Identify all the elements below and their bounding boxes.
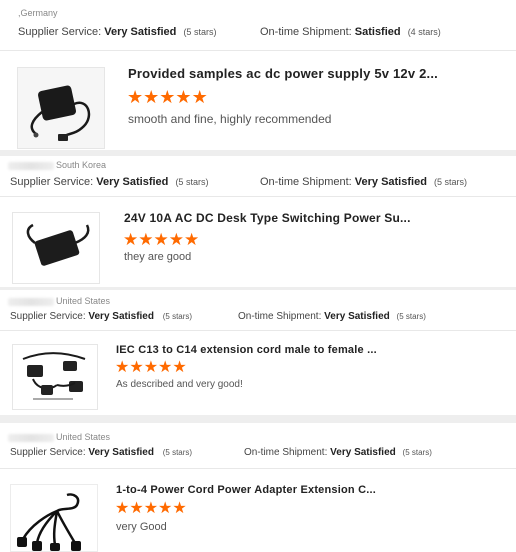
supplier-service-count: (5 stars) [175,177,209,187]
star-icon: ★ [138,230,154,249]
country-name: South Korea [56,160,107,170]
product-image-adapter[interactable] [17,67,105,149]
product-image-desk-adapter[interactable] [12,212,100,284]
review-shipment: On-time Shipment: Very Satisfied (5 star… [244,447,432,458]
shipment-value: Very Satisfied [324,311,390,322]
review-comment: As described and very good! [116,379,243,390]
supplier-service-value: Very Satisfied [96,176,169,188]
review-shipment: On-time Shipment: Satisfied (4 stars) [260,26,441,38]
star-icon: ★ [159,87,176,107]
review-shipment: On-time Shipment: Very Satisfied (5 star… [238,311,426,322]
review-comment: very Good [116,521,167,533]
shipment-label: On-time Shipment: [244,447,328,458]
shipment-count: (4 stars) [407,27,441,37]
star-icon: ★ [158,500,173,517]
review-ratings: Supplier Service: Very Satisfied (5 star… [10,176,208,188]
star-icon: ★ [184,230,200,249]
star-icon: ★ [143,87,160,107]
star-icon: ★ [129,500,144,517]
review-ratings: Supplier Service: Very Satisfied (5 star… [10,311,192,322]
product-title[interactable]: IEC C13 to C14 extension cord male to fe… [116,344,377,356]
star-icon: ★ [129,359,144,376]
redacted-name [8,433,54,442]
supplier-service-value: Very Satisfied [88,311,154,322]
shipment-label: On-time Shipment: [260,176,352,188]
supplier-service-count: (5 stars) [183,27,217,37]
product-title[interactable]: Provided samples ac dc power supply 5v 1… [128,66,438,81]
supplier-service-label: Supplier Service: [10,311,86,322]
shipment-value: Very Satisfied [354,176,427,188]
redacted-name [8,297,54,306]
shipment-label: On-time Shipment: [260,26,352,38]
star-icon: ★ [158,359,173,376]
shipment-count: (5 stars) [402,448,432,457]
shipment-value: Satisfied [354,26,401,38]
star-icon: ★ [115,359,130,376]
supplier-service-label: Supplier Service: [10,447,86,458]
star-rating: ★ ★ ★ ★ ★ [115,501,187,517]
shipment-count: (5 stars) [396,312,426,321]
star-icon: ★ [172,500,187,517]
review-comment: they are good [124,251,192,263]
star-icon: ★ [153,230,169,249]
star-icon: ★ [115,500,130,517]
supplier-service-count: (5 stars) [162,448,193,457]
review-ratings: Supplier Service: Very Satisfied (5 star… [18,26,216,38]
redacted-name [8,161,54,170]
star-icon: ★ [123,230,139,249]
supplier-service-label: Supplier Service: [10,176,94,188]
supplier-service-value: Very Satisfied [88,447,154,458]
review-ratings: Supplier Service: Very Satisfied (5 star… [10,447,192,458]
country-name: United States [56,432,111,442]
supplier-service-value: Very Satisfied [104,26,177,38]
star-rating: ★ ★ ★ ★ ★ [127,88,208,106]
product-title[interactable]: 1-to-4 Power Cord Power Adapter Extensio… [116,484,376,496]
star-icon: ★ [168,230,184,249]
reviewer-country: South Korea [8,160,106,170]
shipment-value: Very Satisfied [330,447,396,458]
review-comment: smooth and fine, highly recommended [128,112,332,126]
star-icon: ★ [191,87,208,107]
country-name: United States [56,296,111,306]
product-title[interactable]: 24V 10A AC DC Desk Type Switching Power … [124,211,411,225]
product-image-splitter-cord[interactable] [10,484,98,552]
star-icon: ★ [143,359,159,376]
reviewer-country: United States [8,432,110,442]
shipment-label: On-time Shipment: [238,311,322,322]
shipment-count: (5 stars) [433,177,467,187]
star-rating: ★ ★ ★ ★ ★ [123,231,199,248]
review-shipment: On-time Shipment: Very Satisfied (5 star… [260,176,467,188]
star-rating: ★ ★ ★ ★ ★ [115,360,187,376]
star-icon: ★ [127,87,144,107]
reviewer-country: ,Germany [18,8,58,18]
supplier-service-label: Supplier Service: [18,26,102,38]
reviewer-country: United States [8,296,110,306]
star-icon: ★ [175,87,192,107]
product-image-extension-cords[interactable] [12,344,98,410]
star-icon: ★ [143,500,159,517]
star-icon: ★ [172,359,187,376]
supplier-service-count: (5 stars) [162,312,193,321]
